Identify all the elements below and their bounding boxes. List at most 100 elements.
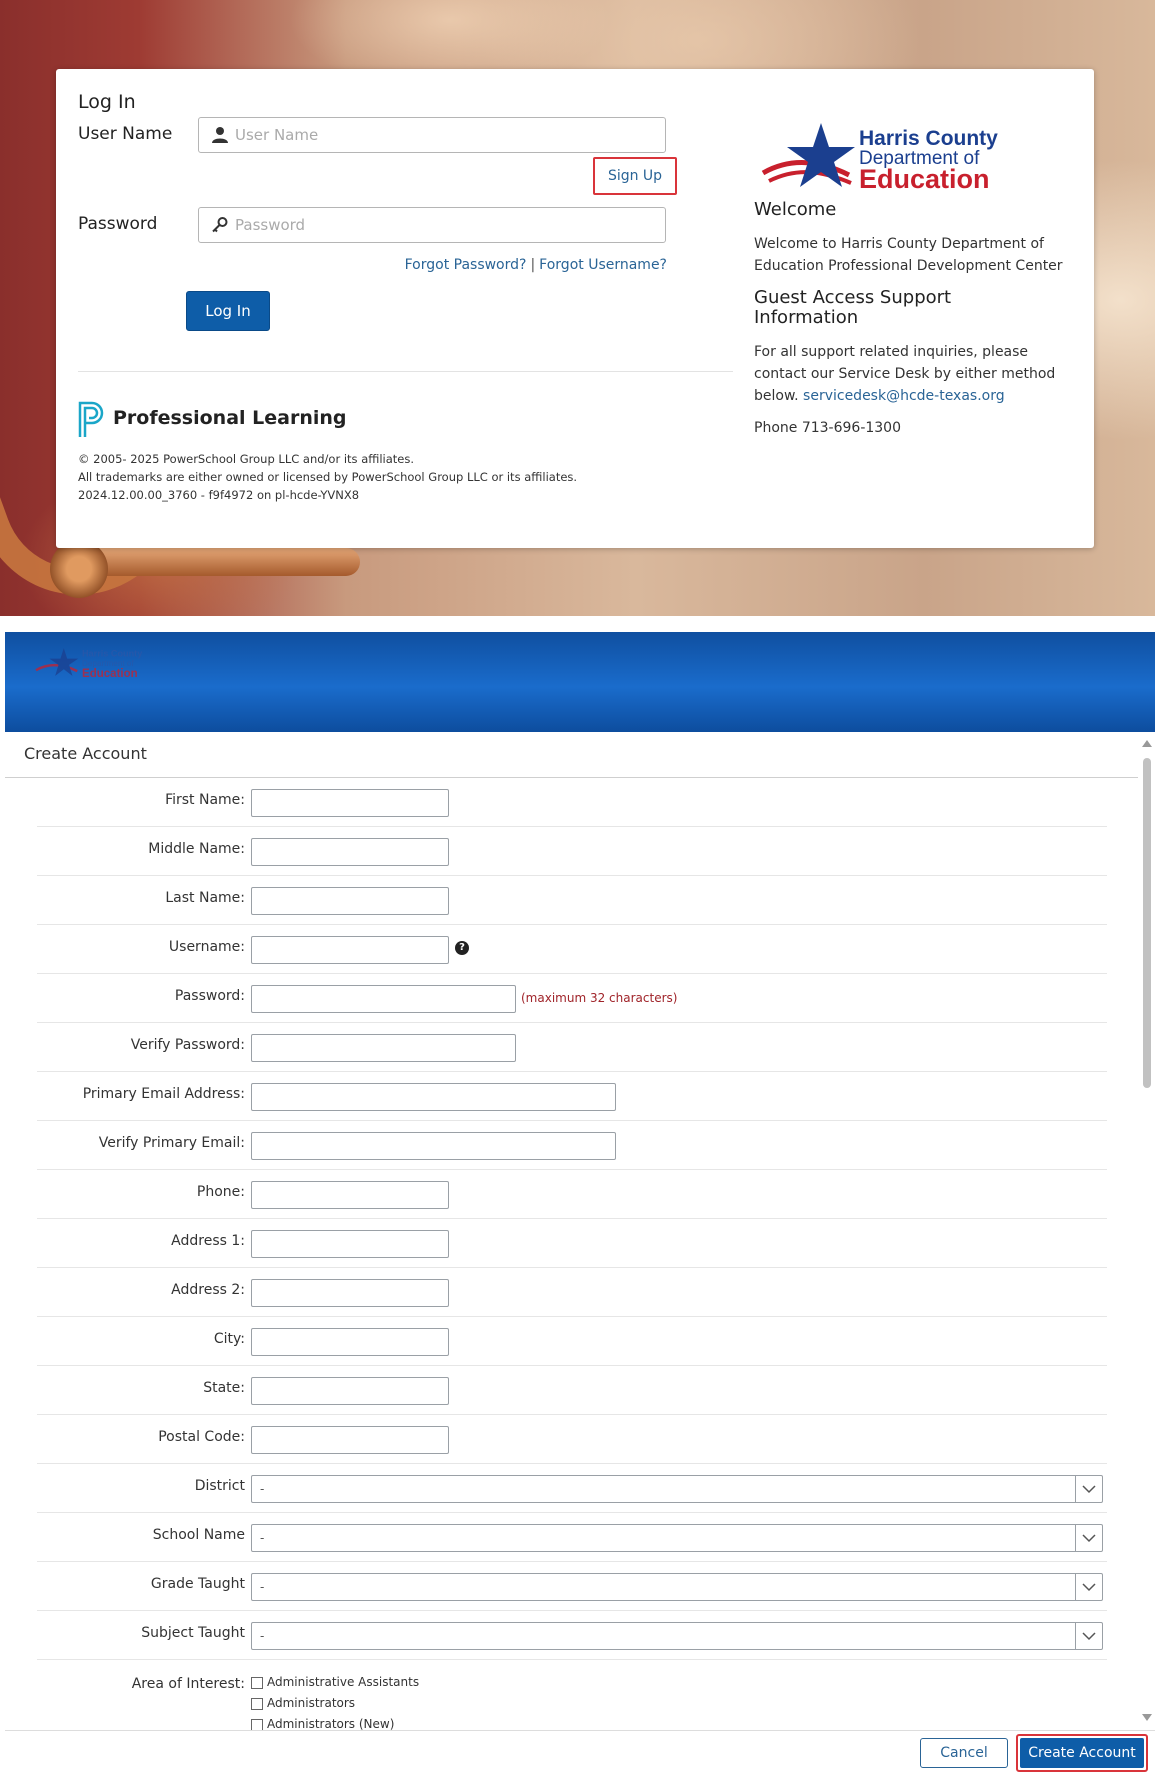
form-row-state: State: <box>37 1366 1107 1415</box>
form-row-postal-code: Postal Code: <box>37 1415 1107 1464</box>
grade-taught-select-value: - <box>260 1580 265 1594</box>
support-email-link[interactable]: servicedesk@hcde-texas.org <box>803 388 1005 404</box>
verify-password-input[interactable] <box>251 1034 516 1062</box>
chevron-down-icon <box>1075 1623 1102 1649</box>
forgot-password-link[interactable]: Forgot Password? <box>405 257 527 273</box>
form-row-subject-taught: Subject Taught - <box>37 1611 1107 1660</box>
login-button[interactable]: Log In <box>186 291 270 331</box>
aoi-checkbox[interactable] <box>251 1718 263 1731</box>
forgot-links: Forgot Password? | Forgot Username? <box>405 257 667 273</box>
school-name-select[interactable]: - <box>251 1524 1103 1552</box>
trademark-line: All trademarks are either owned or licen… <box>78 470 578 484</box>
address2-label: Address 2: <box>171 1282 245 1298</box>
username-help-icon[interactable]: ? <box>455 941 469 955</box>
welcome-text: Welcome to Harris County Department of E… <box>754 236 1063 274</box>
key-icon <box>212 217 228 233</box>
district-select[interactable]: - <box>251 1475 1103 1503</box>
password-field-input[interactable] <box>251 985 516 1013</box>
postal-code-input[interactable] <box>251 1426 449 1454</box>
username-input[interactable]: User Name <box>198 117 666 153</box>
header-banner: Harris County Department of Education <box>5 632 1155 732</box>
welcome-heading: Welcome <box>754 199 837 220</box>
verify-password-label: Verify Password: <box>130 1037 245 1053</box>
district-select-value: - <box>260 1482 265 1496</box>
create-account-title: Create Account <box>24 744 147 763</box>
form-row-primary-email: Primary Email Address: <box>37 1072 1107 1121</box>
form-row-verify-email: Verify Primary Email: <box>37 1121 1107 1170</box>
form-row-phone: Phone: <box>37 1170 1107 1219</box>
chevron-down-icon <box>1075 1574 1102 1600</box>
primary-email-input[interactable] <box>251 1083 616 1111</box>
city-label: City: <box>213 1331 245 1347</box>
grade-taught-label: Grade Taught <box>150 1576 245 1592</box>
subject-taught-select-value: - <box>260 1629 265 1643</box>
first-name-input[interactable] <box>251 789 449 817</box>
username-field-input[interactable] <box>251 936 449 964</box>
aoi-item[interactable]: Administrative Assistants <box>251 1672 419 1693</box>
logo-line3: Education <box>859 164 990 191</box>
login-card: Log In User Name User Name Sign Up Passw… <box>56 69 1094 548</box>
subject-taught-label: Subject Taught <box>141 1625 245 1641</box>
password-hint: (maximum 32 characters) <box>521 991 678 1005</box>
create-account-screen: Harris County Department of Education Cr… <box>5 632 1155 1779</box>
create-account-form: First Name: Middle Name: Last Name: User… <box>37 778 1107 1740</box>
create-account-button[interactable]: Create Account <box>1016 1734 1148 1772</box>
background-ring <box>50 540 108 598</box>
version-line: 2024.12.00.00_3760 - f9f4972 on pl-hcde-… <box>78 488 360 502</box>
support-heading: Guest Access Support Information <box>754 287 952 328</box>
aoi-item[interactable]: Administrators <box>251 1693 419 1714</box>
scroll-up-arrow-icon[interactable] <box>1142 740 1152 747</box>
legal-text: © 2005- 2025 PowerSchool Group LLC and/o… <box>78 450 578 504</box>
login-divider <box>78 371 733 372</box>
middle-name-label: Middle Name: <box>148 841 245 857</box>
form-row-verify-password: Verify Password: <box>37 1023 1107 1072</box>
footer-divider <box>5 1730 1155 1731</box>
scroll-thumb[interactable] <box>1143 758 1151 1088</box>
address1-input[interactable] <box>251 1230 449 1258</box>
form-row-school-name: School Name - <box>37 1513 1107 1562</box>
cancel-button[interactable]: Cancel <box>920 1738 1008 1768</box>
forgot-username-link[interactable]: Forgot Username? <box>539 257 667 273</box>
aoi-item[interactable]: Administrators (New) <box>251 1714 419 1735</box>
support-phone: Phone 713-696-1300 <box>754 420 901 436</box>
form-row-city: City: <box>37 1317 1107 1366</box>
logo-line1: Harris County <box>859 127 998 150</box>
subject-taught-select[interactable]: - <box>251 1622 1103 1650</box>
copyright-line: © 2005- 2025 PowerSchool Group LLC and/o… <box>78 452 415 466</box>
chevron-down-icon <box>1075 1525 1102 1551</box>
login-screen: Log In User Name User Name Sign Up Passw… <box>0 0 1155 616</box>
area-of-interest-label: Area of Interest: <box>131 1676 245 1692</box>
form-row-area-of-interest: Area of Interest: Administrative Assista… <box>37 1660 1107 1740</box>
banner-logo-line2: Department of <box>82 659 134 668</box>
middle-name-input[interactable] <box>251 838 449 866</box>
state-input[interactable] <box>251 1377 449 1405</box>
aoi-checkbox[interactable] <box>251 1697 263 1710</box>
aoi-label: Administrators <box>267 1696 356 1710</box>
aoi-checkbox[interactable] <box>251 1676 263 1689</box>
form-row-grade-taught: Grade Taught - <box>37 1562 1107 1611</box>
state-label: State: <box>203 1380 245 1396</box>
username-label: User Name <box>78 124 173 144</box>
username-placeholder: User Name <box>235 126 319 144</box>
signup-link[interactable]: Sign Up <box>593 157 677 195</box>
support-text-block: For all support related inquiries, pleas… <box>754 341 1064 407</box>
form-row-username: Username: ? <box>37 925 1107 974</box>
grade-taught-select[interactable]: - <box>251 1573 1103 1601</box>
phone-label: Phone: <box>196 1184 245 1200</box>
address2-input[interactable] <box>251 1279 449 1307</box>
banner-logo-line1: Harris County <box>82 649 143 659</box>
username-field-label: Username: <box>168 939 245 955</box>
password-input[interactable]: Password <box>198 207 666 243</box>
school-name-label: School Name <box>152 1527 245 1543</box>
form-row-address1: Address 1: <box>37 1219 1107 1268</box>
hcde-logo: Harris County Department of Education <box>761 123 998 191</box>
verify-email-input[interactable] <box>251 1132 616 1160</box>
city-input[interactable] <box>251 1328 449 1356</box>
create-account-button-label: Create Account <box>1020 1738 1144 1768</box>
last-name-input[interactable] <box>251 887 449 915</box>
phone-input[interactable] <box>251 1181 449 1209</box>
scroll-down-arrow-icon[interactable] <box>1142 1714 1152 1721</box>
aoi-label: Administrators (New) <box>267 1717 395 1731</box>
banner-hcde-logo: Harris County Department of Education <box>35 648 143 680</box>
form-scrollbar[interactable] <box>1140 736 1153 1721</box>
